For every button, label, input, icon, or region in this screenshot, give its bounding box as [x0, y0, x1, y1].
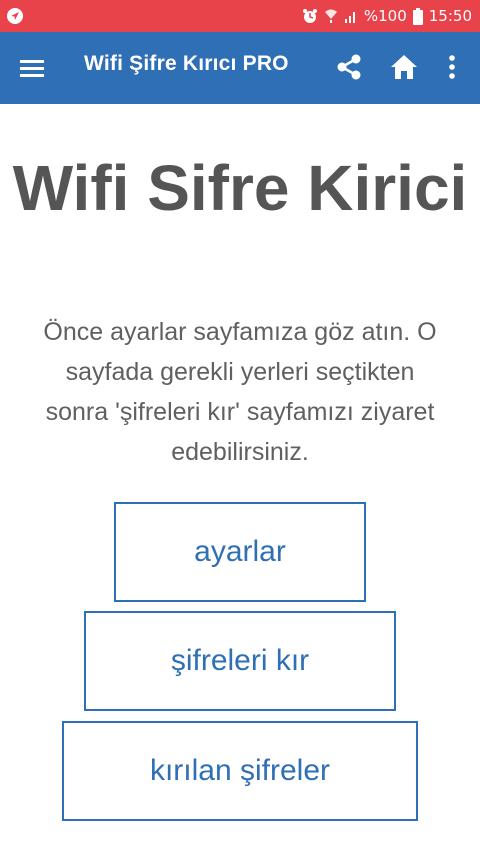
share-icon[interactable] [334, 52, 364, 82]
cracked-passwords-button[interactable]: kırılan şifreler [62, 721, 418, 821]
alarm-icon [302, 8, 318, 24]
navigation-icon [6, 7, 24, 25]
description-text: Önce ayarlar sayfamıza göz atın. O sayfa… [43, 318, 437, 466]
settings-button[interactable]: ayarlar [114, 502, 366, 602]
menu-icon[interactable] [18, 54, 46, 82]
signal-icon [344, 9, 358, 23]
status-right: %100 15:50 [302, 7, 472, 25]
more-vert-icon[interactable] [440, 52, 464, 82]
clock: 15:50 [428, 7, 472, 25]
status-left [6, 7, 24, 25]
app-title: Wifi Şifre Kırıcı PRO [84, 52, 289, 75]
wifi-icon [324, 8, 338, 24]
crack-passwords-button[interactable]: şifreleri kır [84, 611, 396, 711]
home-icon[interactable] [388, 52, 420, 82]
page-title: Wifi Sifre Kirici [12, 152, 468, 224]
status-bar: %100 15:50 [0, 0, 480, 32]
battery-percent: %100 [363, 7, 407, 25]
app-bar: Wifi Şifre Kırıcı PRO [0, 32, 480, 104]
battery-icon [412, 7, 423, 25]
